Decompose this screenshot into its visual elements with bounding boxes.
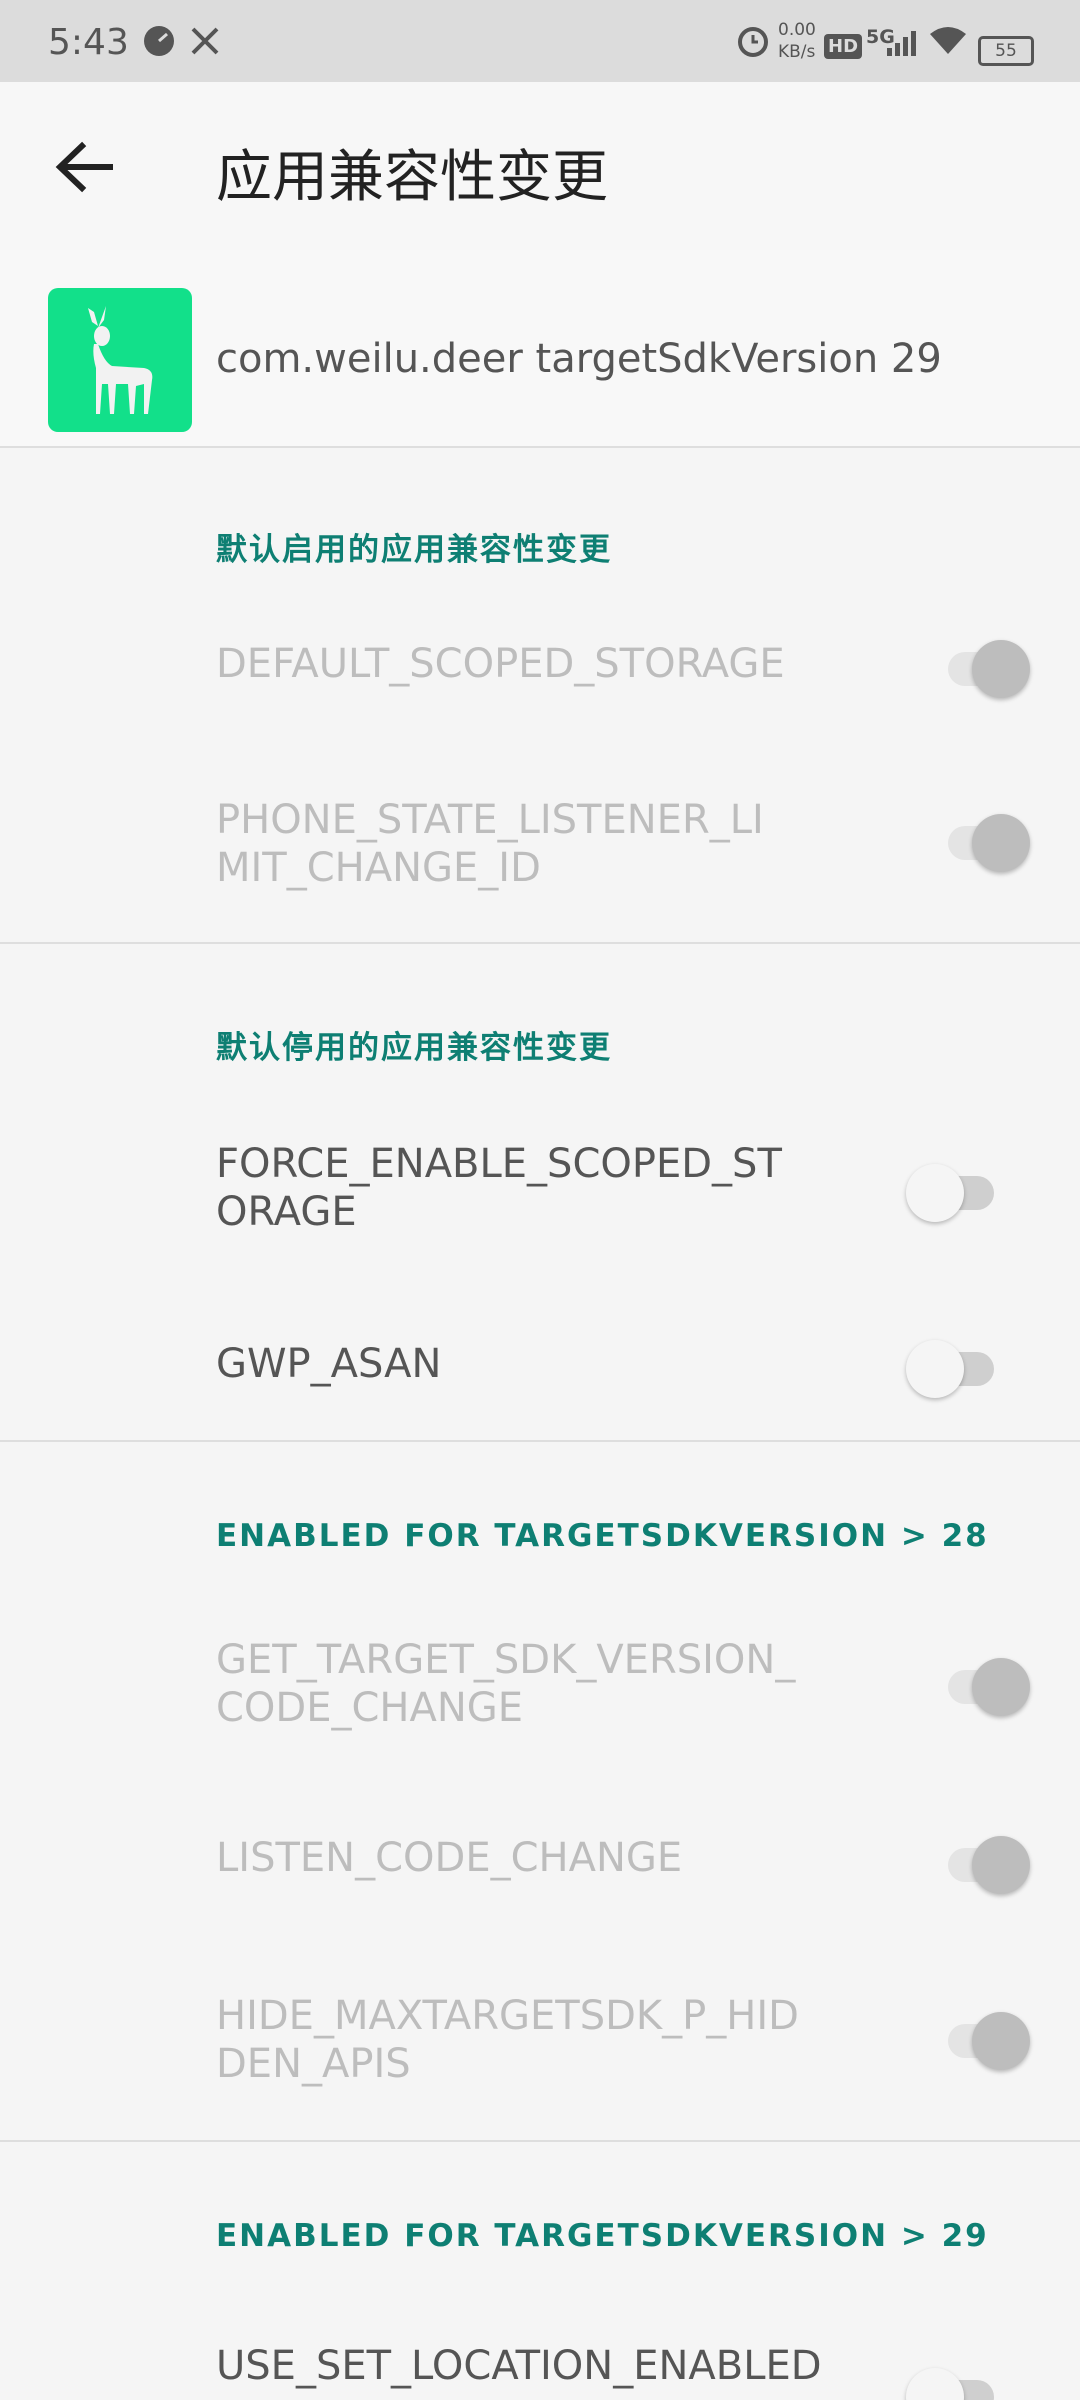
section-divider <box>0 1440 1080 1442</box>
section-divider <box>0 942 1080 944</box>
page-title: 应用兼容性变更 <box>216 145 608 210</box>
wifi-icon <box>928 24 968 62</box>
tools-icon <box>188 24 222 62</box>
toggle-switch[interactable] <box>930 1652 1030 1716</box>
change-label: PHONE_STATE_LISTENER_LI MIT_CHANGE_ID <box>216 797 764 891</box>
status-bar: 5:43 0.00 KB/s HD 5G 55 <box>0 0 1080 82</box>
signal-icon <box>884 24 918 62</box>
list-item[interactable]: DEFAULT_SCOPED_STORAGE <box>0 610 1080 722</box>
section-divider <box>0 2140 1080 2142</box>
app-bar: 应用兼容性变更 <box>0 82 1080 250</box>
toggle-switch[interactable] <box>930 808 1030 872</box>
status-time: 5:43 <box>48 22 129 63</box>
back-button[interactable] <box>40 122 130 212</box>
app-info-row: com.weilu.deer targetSdkVersion 29 <box>0 250 1080 448</box>
hd-badge: HD <box>824 34 863 59</box>
speedometer-icon <box>142 24 176 62</box>
section-header-target-28: ENABLED FOR TARGETSDKVERSION > 28 <box>216 1518 989 1554</box>
net-speed-unit: KB/s <box>778 42 816 62</box>
change-label: GET_TARGET_SDK_VERSION_ CODE_CHANGE <box>216 1637 796 1731</box>
arrow-left-icon <box>55 141 113 193</box>
net-speed-value: 0.00 <box>778 20 816 40</box>
change-label: FORCE_ENABLE_SCOPED_ST ORAGE <box>216 1141 782 1235</box>
section-header-default-disabled: 默认停用的应用兼容性变更 <box>216 1030 612 1066</box>
section-header-target-29: ENABLED FOR TARGETSDKVERSION > 29 <box>216 2218 989 2254</box>
app-package-text: com.weilu.deer targetSdkVersion 29 <box>216 336 942 382</box>
toggle-switch[interactable] <box>906 1158 996 1222</box>
list-item[interactable]: FORCE_ENABLE_SCOPED_ST ORAGE <box>0 1130 1080 1260</box>
list-item[interactable]: USE_SET_LOCATION_ENABLED <box>0 2318 1080 2400</box>
change-label: LISTEN_CODE_CHANGE <box>216 1835 683 1881</box>
list-item[interactable]: HIDE_MAXTARGETSDK_P_HID DEN_APIS <box>0 1970 1080 2100</box>
toggle-switch[interactable] <box>930 2006 1030 2070</box>
list-item[interactable]: GWP_ASAN <box>0 1310 1080 1420</box>
change-label: DEFAULT_SCOPED_STORAGE <box>216 641 785 687</box>
toggle-switch[interactable] <box>906 1334 996 1398</box>
toggle-switch[interactable] <box>930 1830 1030 1894</box>
section-header-default-enabled: 默认启用的应用兼容性变更 <box>216 532 612 568</box>
toggle-switch[interactable] <box>906 2362 996 2400</box>
change-label: HIDE_MAXTARGETSDK_P_HID DEN_APIS <box>216 1993 799 2087</box>
battery-icon: 55 <box>978 36 1034 66</box>
change-label: USE_SET_LOCATION_ENABLED <box>216 2343 822 2389</box>
battery-level: 55 <box>995 41 1017 61</box>
toggle-switch[interactable] <box>930 634 1030 698</box>
alarm-icon <box>736 24 770 62</box>
change-label: GWP_ASAN <box>216 1341 442 1387</box>
list-item[interactable]: GET_TARGET_SDK_VERSION_ CODE_CHANGE <box>0 1620 1080 1750</box>
deer-app-icon <box>48 288 192 432</box>
list-item[interactable]: LISTEN_CODE_CHANGE <box>0 1812 1080 1922</box>
list-item[interactable]: PHONE_STATE_LISTENER_LI MIT_CHANGE_ID <box>0 784 1080 914</box>
